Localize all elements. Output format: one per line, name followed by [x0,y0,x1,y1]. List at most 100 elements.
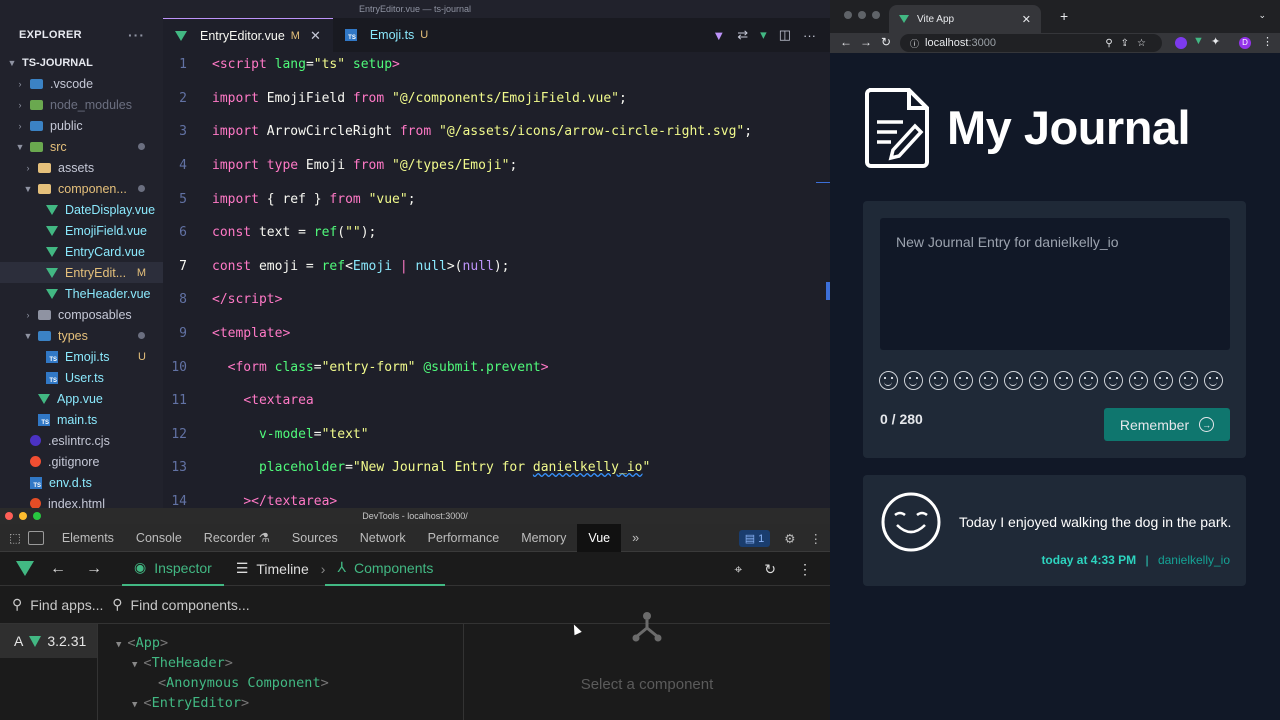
tree-node-anonymous[interactable]: <Anonymous Component> [158,675,329,691]
vue-split-icon[interactable]: ▾ [760,27,767,43]
file-tree-item[interactable]: TS User.ts [0,367,163,388]
emoji-option[interactable] [904,371,923,390]
file-tree-item[interactable]: App.vue [0,388,163,409]
emoji-option[interactable] [929,371,948,390]
tab-elements[interactable]: Elements [51,524,125,552]
file-tree-item[interactable]: DateDisplay.vue [0,199,163,220]
emoji-option[interactable] [1004,371,1023,390]
vue-extension-icon[interactable]: ▼ [1193,35,1204,47]
emoji-option[interactable] [879,371,898,390]
extensions-puzzle-icon[interactable]: ✦ [1211,35,1220,48]
file-tree-item[interactable]: index.html [0,493,163,508]
find-apps-input[interactable]: Find apps... [30,597,112,613]
refresh-icon[interactable]: ↻ [764,561,776,578]
more-actions-icon[interactable]: ··· [128,27,145,43]
emoji-option[interactable] [954,371,973,390]
app-item[interactable]: A 3.2.31 [0,624,97,658]
file-tree-item[interactable]: .gitignore [0,451,163,472]
close-window-button[interactable] [5,512,13,520]
emoji-option[interactable] [1029,371,1048,390]
more-actions-icon[interactable]: ··· [803,28,816,43]
browser-tab[interactable]: Vite App ✕ [889,5,1041,33]
settings-gear-icon[interactable]: ⚙ [784,531,795,546]
tab-search-icon[interactable]: ⌄ [1258,10,1266,21]
file-tree-item[interactable]: › node_modules [0,94,163,115]
tree-node-app[interactable]: ▼ <App> [116,635,168,651]
remember-button[interactable]: Remember → [1104,408,1230,441]
file-tree-item[interactable]: › public [0,115,163,136]
file-tree-item[interactable]: › assets [0,157,163,178]
tree-node-theheader[interactable]: ▼ <TheHeader> [132,655,233,671]
file-tree-item[interactable]: TheHeader.vue [0,283,163,304]
file-tree-item[interactable]: ▼ src [0,136,163,157]
inspect-element-icon[interactable]: ⬚ [9,530,21,545]
device-toolbar-icon[interactable] [27,530,44,545]
file-tree-item[interactable]: › .vscode [0,73,163,94]
file-tree-item[interactable]: .eslintrc.cjs [0,430,163,451]
file-tree-item[interactable]: TS env.d.ts [0,472,163,493]
tab-emoji-ts[interactable]: TS Emoji.ts U [333,18,440,52]
reload-icon[interactable]: ↻ [881,35,891,49]
tab-inspector[interactable]: ◉ Inspector [122,552,224,586]
file-tree-item[interactable]: TS Emoji.ts U [0,346,163,367]
extension-icon[interactable] [1175,37,1187,49]
tab-timeline[interactable]: ☰ Timeline [224,552,321,586]
project-root[interactable]: ▼ TS-JOURNAL [0,52,163,73]
tab-memory[interactable]: Memory [510,524,577,552]
select-component-icon[interactable]: ⌖ [734,561,742,578]
file-tree-item[interactable]: TS main.ts [0,409,163,430]
minimize-window-button[interactable] [19,512,27,520]
split-editor-icon[interactable]: ◫ [779,27,791,43]
emoji-option[interactable] [1054,371,1073,390]
maximize-window-button[interactable] [872,11,880,19]
tab-recorder[interactable]: Recorder ⚗ [193,524,281,552]
compare-icon[interactable]: ⇄ [737,27,748,43]
close-tab-icon[interactable]: ✕ [310,28,321,44]
emoji-option[interactable] [1079,371,1098,390]
tab-sources[interactable]: Sources [281,524,349,552]
file-tree-item[interactable]: › composables [0,304,163,325]
tab-components[interactable]: ⅄ Components [325,552,446,586]
file-tree-item[interactable]: EntryCard.vue [0,241,163,262]
new-tab-icon[interactable]: + [1060,8,1068,24]
emoji-option[interactable] [1179,371,1198,390]
site-info-icon[interactable]: ⓘ [910,37,919,50]
profile-avatar[interactable]: D [1239,37,1251,49]
more-options-icon[interactable]: ⋮ [810,531,823,546]
tab-vue[interactable]: Vue [577,523,622,552]
emoji-option[interactable] [1154,371,1173,390]
address-bar[interactable]: ⓘ localhost:3000 ⚲⇪☆ [900,34,1162,52]
back-arrow-icon[interactable]: ← [840,35,852,49]
journal-entry-textarea[interactable]: New Journal Entry for danielkelly_io [880,218,1230,350]
vite-icon[interactable]: ▼ [712,28,725,43]
line-number: 9 [179,326,187,341]
zoom-share-star-icons[interactable]: ⚲⇪☆ [1105,38,1154,49]
file-tree-item[interactable]: ▼ componen... [0,178,163,199]
forward-arrow-icon[interactable]: → [860,35,872,49]
minimize-window-button[interactable] [858,11,866,19]
more-options-icon[interactable]: ⋮ [798,561,812,578]
tab-network[interactable]: Network [349,524,417,552]
code-editor[interactable]: 1 2 3 4 5 6 7 8 9 10 11 12 13 14 <script lang="ts" se… [163,52,830,508]
tree-node-entryeditor[interactable]: ▼ <EntryEditor> [132,695,249,711]
close-window-button[interactable] [844,11,852,19]
emoji-option[interactable] [979,371,998,390]
tab-performance[interactable]: Performance [417,524,511,552]
emoji-option[interactable] [1204,371,1223,390]
tab-console[interactable]: Console [125,524,193,552]
line-number: 13 [171,460,187,475]
file-tree-item[interactable]: EmojiField.vue [0,220,163,241]
messages-badge[interactable]: ▤ 1 [738,529,771,547]
maximize-window-button[interactable] [33,512,41,520]
forward-arrow-icon[interactable]: → [86,560,102,578]
close-tab-icon[interactable]: ✕ [1022,13,1031,26]
find-components-input[interactable]: Find components... [131,597,250,613]
more-tabs-icon[interactable]: » [621,524,650,552]
file-tree-item[interactable]: EntryEdit... M [0,262,163,283]
browser-menu-icon[interactable]: ⋮ [1262,35,1273,48]
emoji-option[interactable] [1129,371,1148,390]
emoji-option[interactable] [1104,371,1123,390]
tab-entryeditor[interactable]: EntryEditor.vue M ✕ [163,18,333,52]
back-arrow-icon[interactable]: ← [50,560,66,578]
file-tree-item[interactable]: ▼ types [0,325,163,346]
